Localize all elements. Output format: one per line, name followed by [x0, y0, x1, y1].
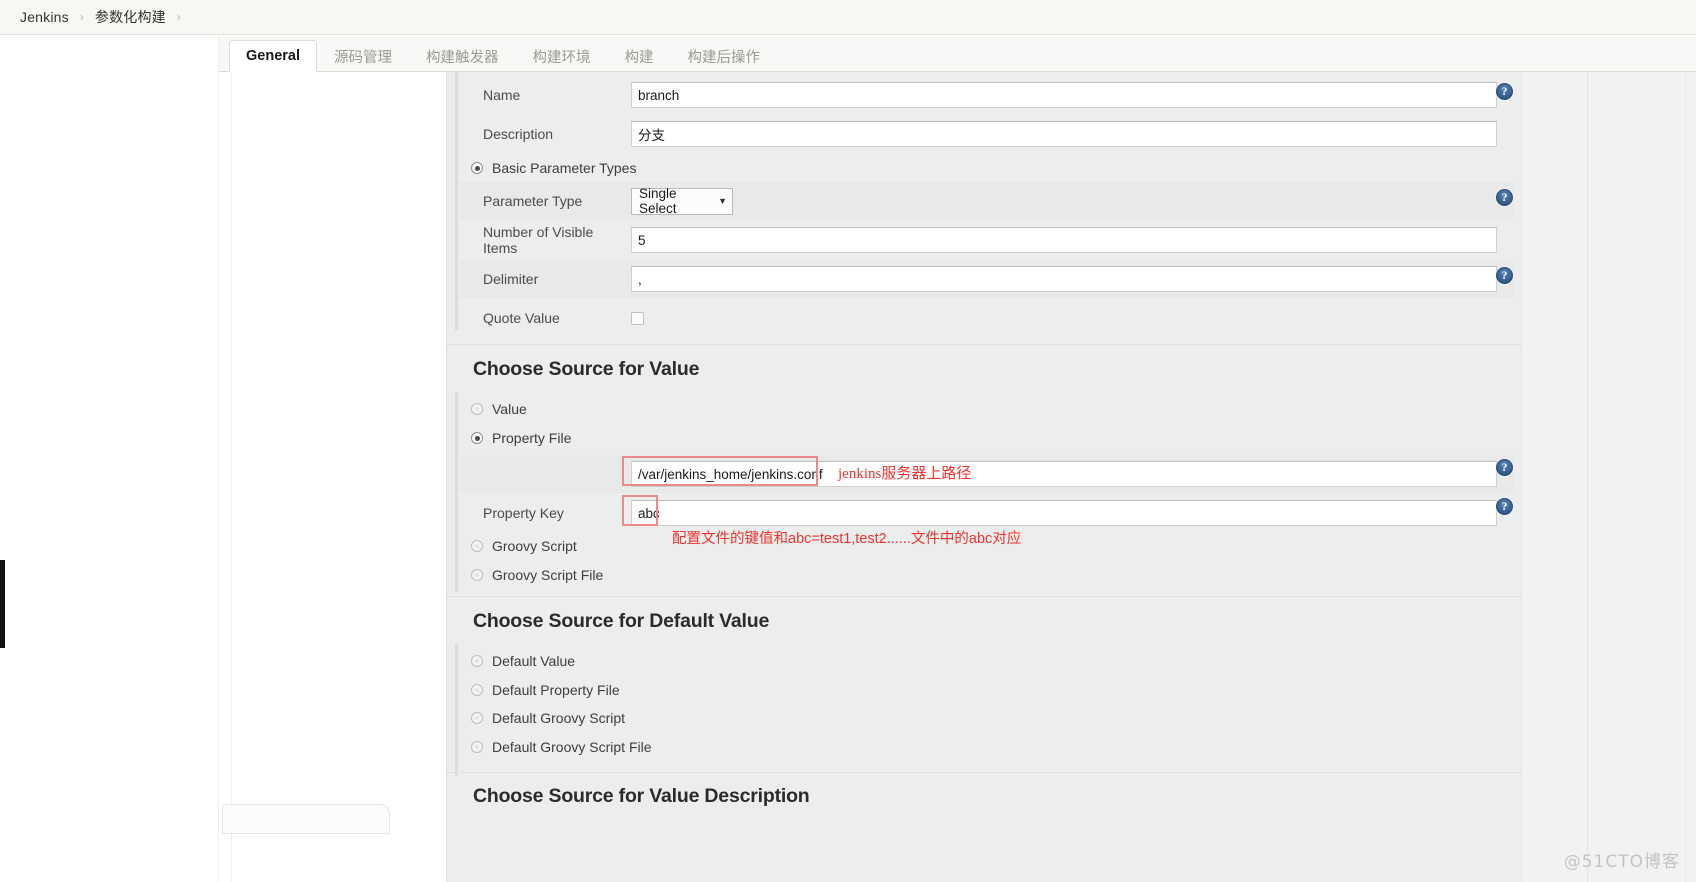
label-number-of-visible-items: Number of Visible Items	[483, 224, 594, 256]
help-icon-rail	[1522, 72, 1696, 882]
tab-build-label: 构建	[624, 50, 654, 66]
radio-indicator-property-file[interactable]	[471, 432, 483, 444]
tab-build-triggers[interactable]: 构建触发器	[409, 40, 516, 72]
form-gutter-inner	[231, 72, 445, 882]
help-icon-parameter-type[interactable]: ?	[1496, 189, 1513, 206]
radio-default-groovy-script[interactable]: Default Groovy Script	[459, 704, 1514, 732]
section-title-choose-source-value: Choose Source for Value	[473, 357, 700, 380]
breadcrumb-separator-icon: ›	[79, 10, 84, 24]
breadcrumb: Jenkins › 参数化构建 ›	[0, 0, 1696, 35]
checkbox-quote-value[interactable]	[631, 311, 644, 325]
section-divider-2	[447, 596, 1522, 597]
radio-label-default-groovy-script: Default Groovy Script	[492, 710, 626, 726]
radio-indicator-default-groovy-script[interactable]	[471, 712, 483, 724]
annotation-text-property-file-path: jenkins服务器上路径	[838, 466, 972, 482]
form-gutter-column	[219, 72, 445, 882]
tab-build-environment-label: 构建环境	[532, 50, 591, 66]
tab-source-management-label: 源码管理	[334, 50, 392, 66]
radio-indicator-groovy-script[interactable]	[471, 540, 483, 552]
radio-default-value[interactable]: Default Value	[459, 647, 1514, 675]
row-delimiter: Delimiter ,	[459, 260, 1514, 298]
radio-indicator-default-value[interactable]	[471, 655, 483, 667]
section-title-choose-source-value-description: Choose Source for Value Description	[473, 784, 810, 807]
label-quote-value: Quote Value	[483, 310, 560, 326]
input-property-file-path[interactable]: /var/jenkins_home/jenkins.conf	[631, 461, 1497, 487]
tab-post-build-actions[interactable]: 构建后操作	[671, 40, 778, 72]
panel-content-area: Name branch Description 分支 Basic Paramet…	[447, 72, 1522, 882]
rail-divider-1	[1587, 72, 1588, 882]
tab-build[interactable]: 构建	[608, 40, 671, 72]
help-icon-name[interactable]: ?	[1496, 83, 1513, 100]
label-property-key: Property Key	[483, 505, 564, 521]
bottom-green-panel	[222, 804, 390, 834]
jenkins-config-page: Jenkins › 参数化构建 › General 源码管理 构建触发器 构建环…	[0, 0, 1696, 882]
parameter-config-panel: Name branch Description 分支 Basic Paramet…	[446, 72, 1696, 882]
tab-general[interactable]: General	[229, 40, 317, 72]
tab-general-label: General	[246, 48, 300, 64]
input-delimiter[interactable]: ,	[631, 266, 1497, 292]
radio-indicator-default-groovy-script-file[interactable]	[471, 741, 483, 753]
radio-default-property-file[interactable]: Default Property File	[459, 676, 1514, 704]
tab-post-build-actions-label: 构建后操作	[687, 50, 761, 66]
row-quote-value: Quote Value	[459, 299, 1514, 337]
radio-label-groovy-script-file: Groovy Script File	[492, 567, 604, 583]
radio-indicator-basic-parameter-types[interactable]	[471, 162, 483, 174]
group-accent-bar-default	[455, 644, 458, 776]
radio-label-groovy-script: Groovy Script	[492, 538, 577, 554]
help-icon-property-file-path[interactable]: ?	[1496, 459, 1513, 476]
breadcrumb-item-job[interactable]: 参数化构建	[95, 7, 166, 27]
input-property-key[interactable]: abc	[631, 500, 1497, 526]
select-parameter-type[interactable]: Single Select ▼	[631, 186, 733, 216]
section-divider-3	[447, 772, 1522, 773]
label-delimiter: Delimiter	[483, 271, 539, 287]
tab-build-triggers-label: 构建触发器	[426, 50, 499, 66]
radio-indicator-groovy-script-file[interactable]	[471, 569, 483, 581]
radio-groovy-script-file[interactable]: Groovy Script File	[459, 561, 1514, 589]
radio-label-default-value: Default Value	[492, 653, 576, 669]
label-parameter-type: Parameter Type	[483, 193, 583, 209]
section-title-choose-source-default-value: Choose Source for Default Value	[473, 609, 770, 632]
tab-build-environment[interactable]: 构建环境	[516, 40, 608, 72]
radio-label-value: Value	[492, 401, 527, 417]
radio-label-basic-parameter-types: Basic Parameter Types	[492, 160, 637, 176]
help-icon-property-key[interactable]: ?	[1496, 498, 1513, 515]
watermark: @51CTO博客	[1563, 852, 1680, 872]
input-description[interactable]: 分支	[631, 121, 1497, 147]
help-icon-delimiter[interactable]: ?	[1496, 267, 1513, 284]
breadcrumb-item-jenkins[interactable]: Jenkins	[20, 9, 69, 25]
section-divider-1	[447, 344, 1522, 345]
radio-property-file[interactable]: Property File	[459, 424, 1514, 452]
radio-basic-parameter-types[interactable]: Basic Parameter Types	[459, 154, 1514, 182]
input-name[interactable]: branch	[631, 82, 1497, 108]
radio-label-property-file: Property File	[492, 430, 572, 446]
row-parameter-type: Parameter Type Single Select ▼	[459, 182, 1514, 220]
radio-value[interactable]: Value	[459, 395, 1514, 423]
radio-label-default-property-file: Default Property File	[492, 682, 620, 698]
rail-divider-2	[1685, 72, 1686, 882]
radio-default-groovy-script-file[interactable]: Default Groovy Script File	[459, 733, 1514, 761]
tab-source-management[interactable]: 源码管理	[317, 40, 409, 72]
config-tabbar: General 源码管理 构建触发器 构建环境 构建 构建后操作	[219, 36, 1696, 72]
annotation-text-property-key: 配置文件的键值和abc=test1,test2......文件中的abc对应	[672, 531, 1022, 547]
chevron-down-icon: ▼	[718, 196, 727, 206]
select-parameter-type-value: Single Select	[639, 186, 677, 216]
radio-label-default-groovy-script-file: Default Groovy Script File	[492, 739, 652, 755]
row-name: Name branch	[459, 76, 1514, 114]
row-description: Description 分支	[459, 115, 1514, 153]
left-edge-marker	[0, 560, 5, 648]
input-number-of-visible-items[interactable]: 5	[631, 227, 1497, 253]
radio-indicator-value[interactable]	[471, 403, 483, 415]
row-number-of-visible-items: Number of Visible Items 5	[459, 221, 1514, 259]
group-accent-bar-value	[455, 392, 458, 592]
row-property-file-path: /var/jenkins_home/jenkins.conf	[459, 455, 1514, 493]
label-name: Name	[483, 87, 521, 103]
breadcrumb-separator-icon-2: ›	[176, 10, 181, 24]
label-description: Description	[483, 126, 554, 142]
left-sidebar-column	[0, 36, 219, 882]
radio-indicator-default-property-file[interactable]	[471, 684, 483, 696]
group-accent-bar-top	[455, 72, 458, 330]
